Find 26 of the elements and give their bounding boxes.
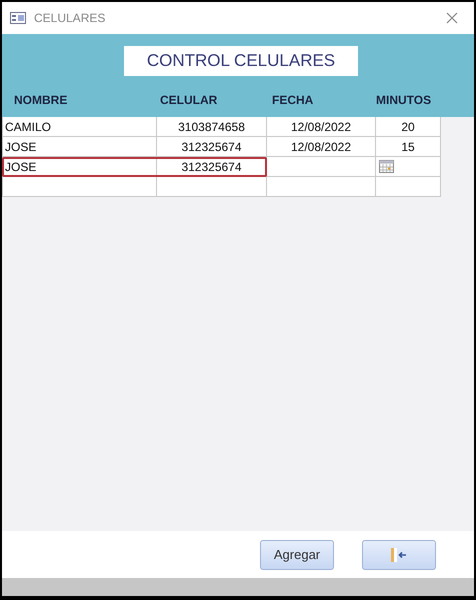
table-cell[interactable] [376, 157, 441, 177]
table-cell[interactable] [267, 177, 376, 197]
table-cell[interactable]: JOSE [2, 137, 157, 157]
table-cell[interactable] [267, 157, 376, 177]
form-icon [10, 12, 26, 24]
close-icon[interactable] [446, 12, 458, 24]
table-cell[interactable]: 15 [376, 137, 441, 157]
table-cell[interactable]: 12/08/2022 [267, 137, 376, 157]
table-cell[interactable] [2, 177, 157, 197]
column-header: NOMBRE [14, 92, 68, 109]
column-header: MINUTOS [376, 92, 432, 109]
table-cell[interactable]: 312325674 [157, 137, 267, 157]
table-cell[interactable]: 3103874658 [157, 117, 267, 137]
calendar-icon[interactable] [379, 160, 394, 173]
table-cell[interactable] [376, 177, 441, 197]
exit-button[interactable] [362, 540, 436, 570]
table-cell[interactable] [157, 177, 267, 197]
column-header: CELULAR [160, 92, 218, 109]
table-cell[interactable]: 12/08/2022 [267, 117, 376, 137]
window-title: CELULARES [34, 10, 106, 27]
column-header: FECHA [272, 92, 314, 109]
table-cell[interactable]: 20 [376, 117, 441, 137]
add-button[interactable]: Agregar [260, 540, 334, 570]
form-title: CONTROL CELULARES [124, 46, 358, 76]
door-arrow-icon [391, 548, 407, 562]
table-cell[interactable]: CAMILO [2, 117, 157, 137]
